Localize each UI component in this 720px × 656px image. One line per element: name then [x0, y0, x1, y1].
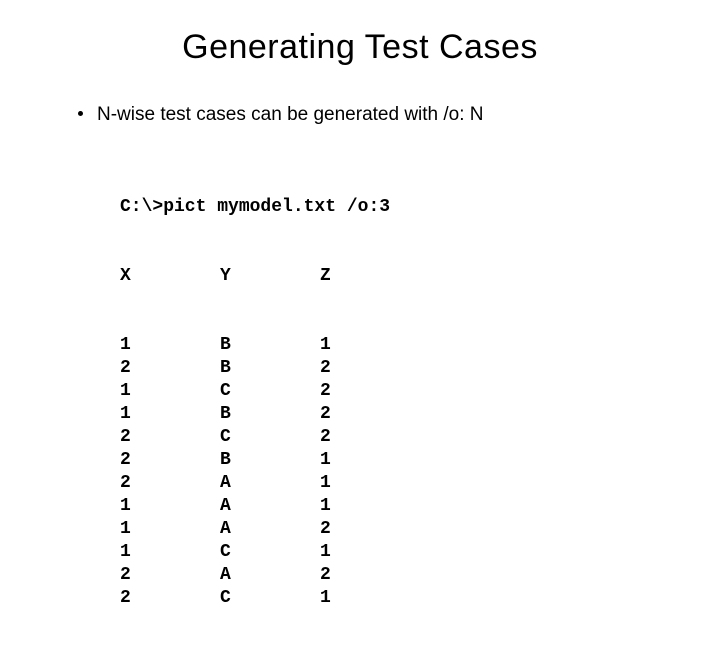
table-cell: 2 — [320, 426, 420, 449]
table-cell: 2 — [120, 426, 220, 449]
bullet-dot-icon — [78, 111, 83, 116]
table-row: 1B1 — [120, 334, 660, 357]
table-row: 1A1 — [120, 495, 660, 518]
table-cell: 2 — [320, 518, 420, 541]
table-row: 2B1 — [120, 449, 660, 472]
code-block: C:\>pict mymodel.txt /o:3 XYZ 1B12B21C21… — [120, 150, 660, 656]
table-cell: 2 — [320, 564, 420, 587]
table-header-row: XYZ — [120, 265, 660, 288]
table-cell: 1 — [120, 541, 220, 564]
table-body: 1B12B21C21B22C22B12A11A11A21C12A22C1 — [120, 334, 660, 610]
table-cell: 2 — [320, 403, 420, 426]
table-cell: 1 — [120, 495, 220, 518]
table-cell: 1 — [120, 380, 220, 403]
table-row: 2C2 — [120, 426, 660, 449]
table-cell: C — [220, 541, 320, 564]
header-x: X — [120, 265, 220, 288]
table-row: 2A1 — [120, 472, 660, 495]
table-cell: 1 — [120, 403, 220, 426]
table-row: 1C2 — [120, 380, 660, 403]
table-cell: 2 — [120, 587, 220, 610]
table-row: 1C1 — [120, 541, 660, 564]
table-row: 1A2 — [120, 518, 660, 541]
table-cell: C — [220, 587, 320, 610]
table-row: 2C1 — [120, 587, 660, 610]
table-cell: 2 — [120, 357, 220, 380]
table-cell: 1 — [320, 449, 420, 472]
table-row: 2A2 — [120, 564, 660, 587]
bullet-item: N-wise test cases can be generated with … — [78, 103, 660, 128]
table-cell: B — [220, 357, 320, 380]
table-row: 1B2 — [120, 403, 660, 426]
table-cell: 1 — [320, 541, 420, 564]
table-cell: B — [220, 403, 320, 426]
table-cell: 1 — [120, 518, 220, 541]
table-cell: A — [220, 472, 320, 495]
table-cell: 2 — [320, 357, 420, 380]
table-cell: 1 — [320, 587, 420, 610]
table-cell: A — [220, 495, 320, 518]
table-cell: A — [220, 564, 320, 587]
table-cell: 2 — [320, 380, 420, 403]
table-cell: C — [220, 426, 320, 449]
header-y: Y — [220, 265, 320, 288]
table-cell: 1 — [120, 334, 220, 357]
table-cell: 2 — [120, 564, 220, 587]
table-row: 2B2 — [120, 357, 660, 380]
slide: Generating Test Cases N-wise test cases … — [0, 0, 720, 540]
table-cell: A — [220, 518, 320, 541]
command-line: C:\>pict mymodel.txt /o:3 — [120, 196, 660, 219]
page-title: Generating Test Cases — [60, 28, 660, 67]
table-cell: B — [220, 334, 320, 357]
table-cell: 2 — [120, 449, 220, 472]
table-cell: 2 — [120, 472, 220, 495]
table-cell: 1 — [320, 495, 420, 518]
table-cell: C — [220, 380, 320, 403]
table-cell: B — [220, 449, 320, 472]
table-cell: 1 — [320, 334, 420, 357]
header-z: Z — [320, 265, 420, 288]
bullet-text: N-wise test cases can be generated with … — [97, 103, 484, 128]
table-cell: 1 — [320, 472, 420, 495]
